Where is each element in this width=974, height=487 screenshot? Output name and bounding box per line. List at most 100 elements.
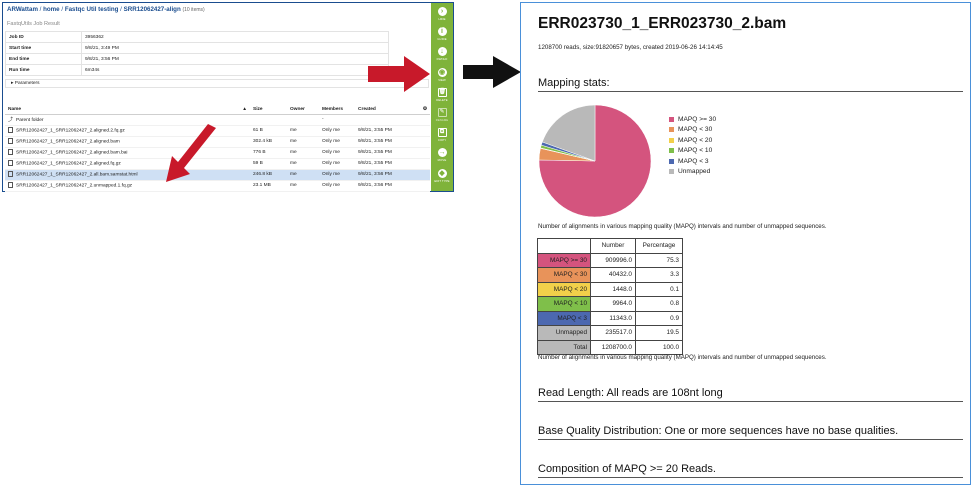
file-name: SRR12062427_1_SRR12062427_2.aligned.bam [16,139,120,145]
arrow-shape [368,56,430,92]
file-name: SRR12062427_1_SRR12062427_2.unmapped.1.f… [16,183,133,189]
copy-button[interactable]: ⧉ COPY [431,127,453,147]
sort-ascending-icon: ▲ [242,107,247,113]
meta-value: 9/8/21, 3:49 PM [81,42,389,54]
legend-label: MAPQ < 3 [678,157,709,165]
mapq-label: MAPQ < 3 [537,310,591,326]
eye-icon: ◉ [437,67,447,77]
legend-item: MAPQ < 20 [669,135,716,146]
file-name: Parent folder [16,118,44,123]
mapq-row: Total 1208700.0 100.0 [537,339,683,355]
mapq-row: MAPQ < 20 1448.0 0.1 [537,281,683,297]
file-icon [8,160,13,167]
breadcrumb-root[interactable]: ARWattam [7,6,38,13]
mapq-percentage: 0.8 [635,296,683,312]
legend-swatch [669,158,674,164]
mapq-percentage: 0.9 [635,310,683,326]
guide-button[interactable]: i GUIDE [431,26,453,46]
file-owner: me [287,147,319,159]
toolbar-label: VIEW [438,77,446,82]
file-size [250,114,287,126]
toolbar-label: HIDE [438,17,446,21]
legend-swatch [669,127,674,133]
download-button[interactable]: ↓ DWNLD [431,46,453,66]
file-owner: me [287,180,319,192]
hide-button[interactable]: › HIDE [431,6,453,26]
file-size: 23.1 MB [250,180,287,192]
annotation-arrow-file [166,124,216,182]
meta-row: Job ID 3956362 [5,31,389,43]
rename-button[interactable]: ✎ RENAME [431,107,453,127]
meta-key: Run time [5,64,82,76]
parameters-toggle[interactable]: ▸ Parameters [5,79,429,88]
mapq-number: 40432.0 [590,267,636,283]
meta-key: Job ID [5,31,82,43]
mapq-percentage: 19.5 [635,325,683,341]
tag-icon: ◆ [437,168,447,178]
column-header-size[interactable]: Size [250,106,287,115]
legend-label: MAPQ < 30 [678,126,713,134]
screenshot-composite: ARWattam / home / Fastqc Util testing / … [0,0,974,487]
samstat-report-window: ERR023730_1_ERR023730_2.bam 1208700 read… [520,2,971,485]
mapq-label: MAPQ < 20 [537,281,591,297]
section-base-quality: Base Quality Distribution: One or more s… [538,425,963,440]
mapq-number: 9964.0 [590,296,636,312]
pie-legend: MAPQ >= 30 MAPQ < 30 MAPQ < 20 MAPQ < 10 MAP… [669,114,716,177]
meta-row: Start time 9/8/21, 3:49 PM [5,42,389,54]
legend-item: MAPQ >= 30 [669,114,716,125]
mapq-row: MAPQ < 30 40432.0 3.3 [537,267,683,283]
legend-item: MAPQ < 10 [669,146,716,157]
file-owner: me [287,125,319,137]
mapq-number: 1448.0 [590,281,636,297]
toolbar-label: DELETE [436,97,448,102]
view-button[interactable]: ◉ VIEW [431,67,453,87]
file-members: Only me [319,158,355,170]
pencil-icon: ✎ [437,108,447,117]
legend-swatch [669,137,674,143]
file-icon [8,138,13,145]
mapq-number: 235517.0 [590,325,636,341]
move-button[interactable]: → MOVE [431,147,453,167]
file-members: Only me [319,136,355,148]
chevron-right-icon: › [437,7,447,16]
download-icon: ↓ [437,47,447,57]
meta-key: Start time [5,42,82,54]
column-header-members[interactable]: Members [319,106,355,115]
file-owner: me [287,169,319,181]
delete-button[interactable]: 🗑 DELETE [431,87,453,107]
report-file-info: 1208700 reads, size:91820657 bytes, crea… [538,44,723,51]
arrow-shape [463,56,521,88]
column-header-name[interactable]: Name ▲ [5,106,250,115]
legend-swatch [669,169,674,175]
legend-label: Unmapped [678,168,711,176]
file-icon [8,182,13,189]
mapq-header-blank [537,238,591,254]
annotation-arrow-transition [463,56,521,88]
column-header-owner[interactable]: Owner [287,106,319,115]
file-size: 776 B [250,147,287,159]
column-header-created[interactable]: Created ⚙ [355,106,430,115]
mapq-row: MAPQ < 3 11343.0 0.9 [537,310,683,326]
breadcrumb-folder[interactable]: Fastqc Util testing [65,6,119,13]
file-members: Only me [319,180,355,192]
file-created: 9/8/21, 3:55 PM [355,125,430,137]
meta-value: 3956362 [81,31,389,43]
mapq-table-header: Number Percentage [537,238,683,254]
mapq-row: MAPQ < 10 9964.0 0.8 [537,296,683,312]
file-owner: me [287,136,319,148]
file-created: 9/8/21, 3:56 PM [355,169,430,181]
file-manager-window: ARWattam / home / Fastqc Util testing / … [2,2,454,192]
breadcrumb-home[interactable]: home [43,6,60,13]
meta-row: Run time 6m34s [5,64,389,76]
file-members: Only me [319,125,355,137]
mapq-header-number: Number [590,238,636,254]
mapq-header-percentage: Percentage [635,238,683,254]
column-settings-icon[interactable]: ⚙ [423,107,427,112]
file-name: SRR12062427_1_SRR12062427_2.aligned.bam.… [16,150,128,156]
legend-item: MAPQ < 3 [669,156,716,167]
edit-type-button[interactable]: ◆ EDIT TYPE [431,168,453,188]
legend-swatch [669,148,674,154]
file-list-header: Name ▲ Size Owner Members Created ⚙ [5,106,430,115]
file-owner: me [287,158,319,170]
file-size: 246.8 kB [250,169,287,181]
